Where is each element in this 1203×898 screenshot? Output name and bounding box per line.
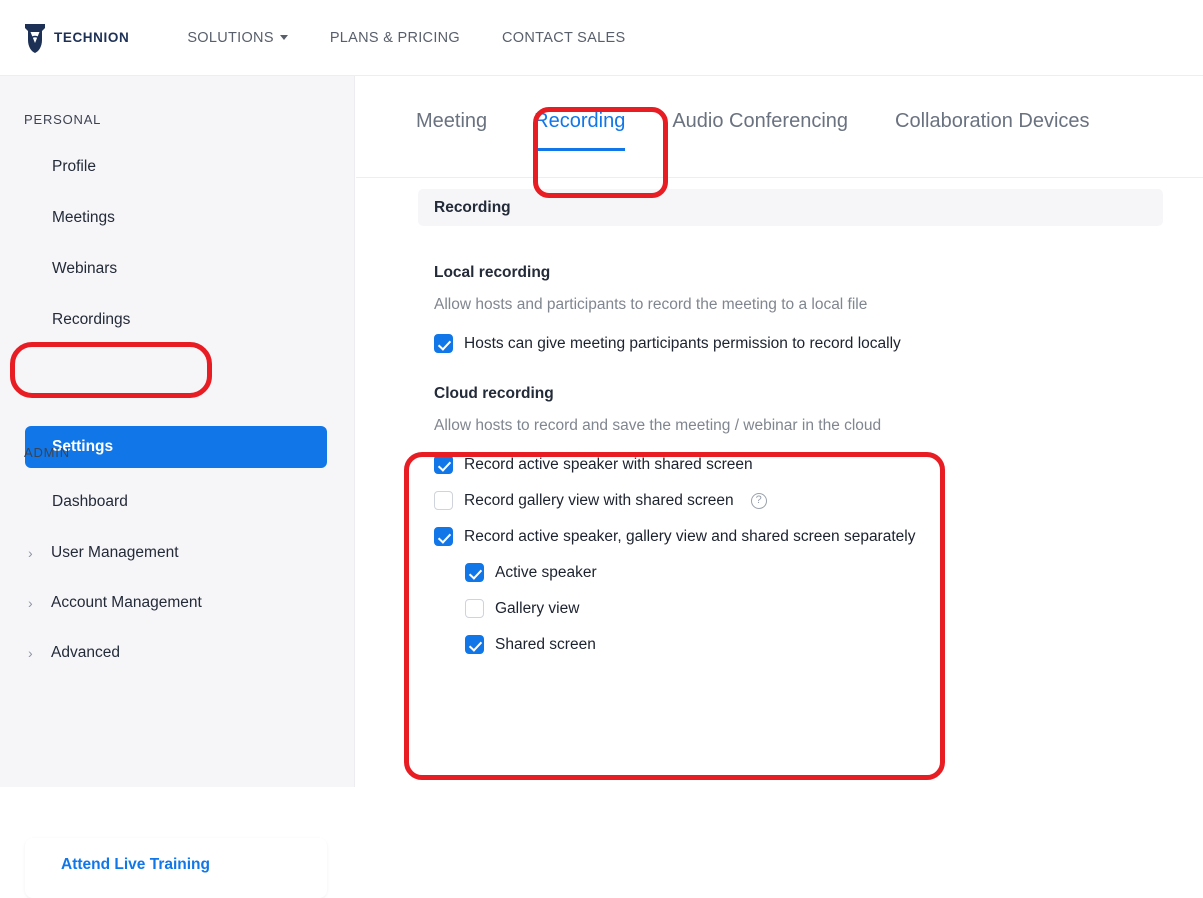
local-recording-option-row[interactable]: Hosts can give meeting participants perm… [434, 334, 1203, 353]
recording-panel-header-label: Recording [434, 199, 511, 217]
tab-collaboration-devices[interactable]: Collaboration Devices [895, 110, 1090, 151]
cloud-suboption-row-shared-screen[interactable]: Shared screen [465, 635, 1203, 654]
chevron-down-icon [280, 35, 288, 40]
checkbox-shared-screen-label: Shared screen [495, 636, 596, 654]
checkbox-record-active-speaker-with-shared-screen-label: Record active speaker with shared screen [464, 456, 753, 474]
nav-links: SOLUTIONS PLANS & PRICING CONTACT SALES [187, 30, 625, 46]
chevron-right-icon: › [28, 646, 38, 660]
settings-tabs: Meeting Recording Audio Conferencing Col… [356, 110, 1203, 178]
sidebar-item-meetings[interactable]: Meetings [0, 203, 354, 233]
sidebar-item-user-management[interactable]: › User Management [0, 538, 179, 568]
checkbox-active-speaker[interactable] [465, 563, 484, 582]
sidebar-item-account-management-label: Account Management [51, 594, 202, 612]
tab-audio-conferencing[interactable]: Audio Conferencing [672, 110, 848, 151]
checkbox-record-separately-label: Record active speaker, gallery view and … [464, 528, 915, 546]
sidebar-item-advanced[interactable]: › Advanced [0, 638, 120, 668]
nav-link-contact-sales-label: CONTACT SALES [502, 30, 625, 46]
tab-recording-label: Recording [534, 110, 625, 132]
chevron-right-icon: › [28, 546, 38, 560]
cloud-recording-title: Cloud recording [434, 385, 1203, 403]
cloud-recording-group: Cloud recording Allow hosts to record an… [434, 385, 1203, 654]
tab-meeting-label: Meeting [416, 110, 487, 132]
tab-meeting[interactable]: Meeting [416, 110, 487, 151]
tab-audio-conferencing-label: Audio Conferencing [672, 110, 848, 132]
local-recording-title: Local recording [434, 264, 1203, 282]
nav-link-plans-pricing[interactable]: PLANS & PRICING [330, 30, 460, 46]
tab-collaboration-devices-label: Collaboration Devices [895, 110, 1090, 132]
checkbox-hosts-permission-record-locally-label: Hosts can give meeting participants perm… [464, 335, 901, 353]
chevron-right-icon: › [28, 596, 38, 610]
sidebar-item-webinars[interactable]: Webinars [0, 254, 354, 284]
sidebar-item-recordings-label: Recordings [52, 311, 130, 329]
cloud-suboption-row-gallery-view[interactable]: Gallery view [465, 599, 1203, 618]
nav-link-contact-sales[interactable]: CONTACT SALES [502, 30, 625, 46]
sidebar-section-admin: ADMIN [24, 445, 70, 460]
technion-logo-text: TECHNION [54, 30, 129, 45]
sidebar-item-profile[interactable]: Profile [0, 152, 354, 182]
tab-recording[interactable]: Recording [534, 110, 625, 151]
sidebar: PERSONAL Profile Meetings Webinars Recor… [0, 76, 355, 787]
main-content: Meeting Recording Audio Conferencing Col… [356, 76, 1203, 787]
live-training-card[interactable]: Attend Live Training [25, 838, 327, 898]
local-recording-description: Allow hosts and participants to record t… [434, 296, 1203, 314]
nav-link-solutions[interactable]: SOLUTIONS [187, 30, 288, 46]
technion-logo-link[interactable]: TECHNION [22, 21, 129, 55]
live-training-label: Attend Live Training [61, 856, 327, 874]
recording-panel-header: Recording [418, 189, 1163, 226]
checkbox-record-separately[interactable] [434, 527, 453, 546]
checkbox-gallery-view[interactable] [465, 599, 484, 618]
sidebar-item-dashboard[interactable]: Dashboard [0, 487, 128, 517]
nav-link-solutions-label: SOLUTIONS [187, 30, 274, 46]
sidebar-item-account-management[interactable]: › Account Management [0, 588, 202, 618]
sidebar-item-recordings[interactable]: Recordings [0, 305, 354, 335]
technion-logo-icon [22, 21, 48, 55]
help-icon[interactable]: ? [751, 493, 767, 509]
sidebar-item-settings[interactable]: Settings [25, 426, 327, 468]
cloud-recording-description: Allow hosts to record and save the meeti… [434, 417, 1203, 435]
checkbox-gallery-view-label: Gallery view [495, 600, 579, 618]
sidebar-item-meetings-label: Meetings [52, 209, 115, 227]
sidebar-section-personal: PERSONAL [24, 112, 354, 127]
sidebar-item-dashboard-label: Dashboard [52, 493, 128, 511]
sidebar-item-user-management-label: User Management [51, 544, 179, 562]
nav-link-plans-pricing-label: PLANS & PRICING [330, 30, 460, 46]
sidebar-item-advanced-label: Advanced [51, 644, 120, 662]
sidebar-item-profile-label: Profile [52, 158, 96, 176]
checkbox-active-speaker-label: Active speaker [495, 564, 597, 582]
sidebar-item-webinars-label: Webinars [52, 260, 117, 278]
checkbox-record-active-speaker-with-shared-screen[interactable] [434, 455, 453, 474]
checkbox-record-gallery-view-with-shared-screen[interactable] [434, 491, 453, 510]
cloud-option-row-active-speaker-shared[interactable]: Record active speaker with shared screen [434, 455, 1203, 474]
cloud-suboption-row-active-speaker[interactable]: Active speaker [465, 563, 1203, 582]
cloud-option-row-gallery-shared[interactable]: Record gallery view with shared screen ? [434, 491, 1203, 510]
checkbox-shared-screen[interactable] [465, 635, 484, 654]
top-navbar: TECHNION SOLUTIONS PLANS & PRICING CONTA… [0, 0, 1203, 76]
checkbox-hosts-permission-record-locally[interactable] [434, 334, 453, 353]
local-recording-group: Local recording Allow hosts and particip… [434, 264, 1203, 353]
cloud-option-row-record-separately[interactable]: Record active speaker, gallery view and … [434, 527, 1203, 546]
checkbox-record-gallery-view-with-shared-screen-label: Record gallery view with shared screen [464, 492, 734, 510]
